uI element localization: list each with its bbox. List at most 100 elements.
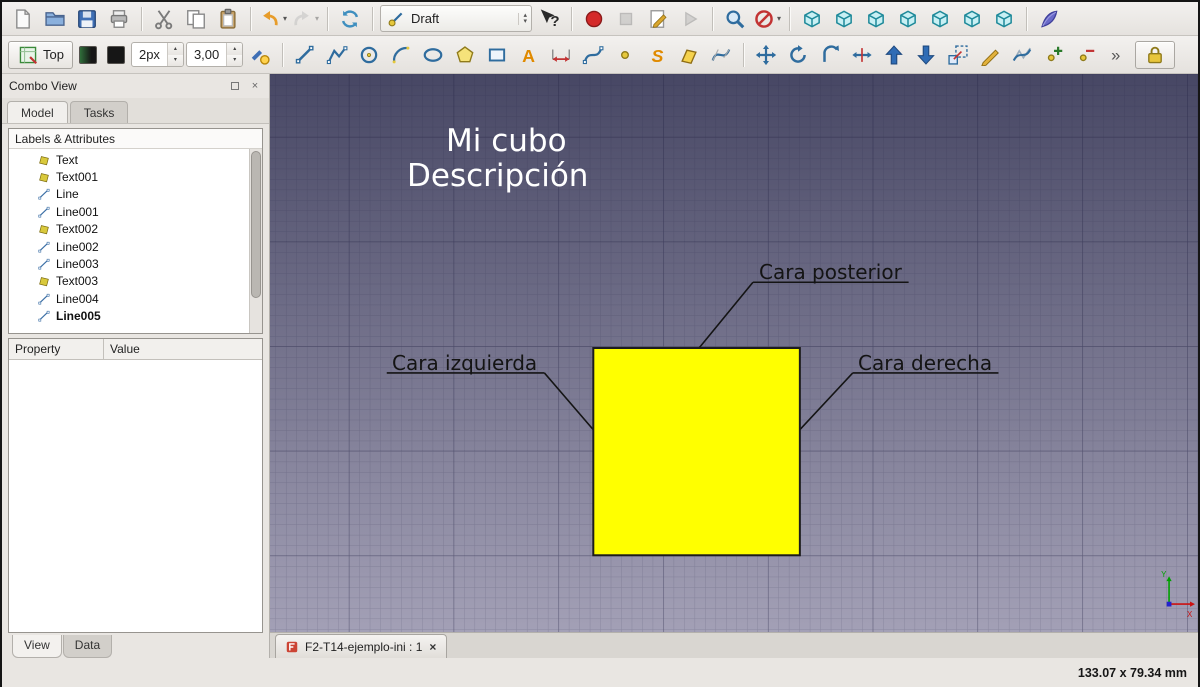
draft-facebinder-button[interactable] xyxy=(674,41,704,69)
macro-record-button[interactable] xyxy=(579,5,609,33)
texture-tool-button[interactable] xyxy=(1034,5,1064,33)
tree-item[interactable]: Line001 xyxy=(37,203,248,220)
3d-viewport[interactable]: Y X Mi cubo Descripción Cara posterior C… xyxy=(270,74,1198,632)
view-top-button[interactable] xyxy=(861,5,891,33)
paste-button[interactable] xyxy=(213,5,243,33)
annotation-title-2[interactable]: Descripción xyxy=(407,158,588,194)
draft-text-button[interactable] xyxy=(514,41,544,69)
combo-view-tab[interactable]: Tasks xyxy=(70,101,129,123)
draft-upgrade-button[interactable] xyxy=(879,41,909,69)
tree-item[interactable]: Text001 xyxy=(37,168,248,185)
property-view-tab[interactable]: View xyxy=(12,635,62,658)
macro-edit-button[interactable] xyxy=(643,5,673,33)
line-width-spinner[interactable]: 2px▴▾ xyxy=(131,42,184,67)
annotation-cara-derecha[interactable]: Cara derecha xyxy=(858,351,992,375)
whats-this-button[interactable] xyxy=(534,5,564,33)
draft-line-button[interactable] xyxy=(290,41,320,69)
view-left-button[interactable] xyxy=(989,5,1019,33)
line-width-increment-button[interactable]: ▴ xyxy=(168,43,183,55)
view-front-button[interactable] xyxy=(829,5,859,33)
draft-point-button[interactable] xyxy=(610,41,640,69)
toolbar-overflow-button[interactable] xyxy=(1103,41,1133,69)
draft-wire-to-bspline-button[interactable] xyxy=(1007,41,1037,69)
draft-ellipse-button[interactable] xyxy=(418,41,448,69)
tree-item[interactable]: Text xyxy=(37,151,248,168)
tree-item[interactable]: Line002 xyxy=(37,238,248,255)
cut-button[interactable] xyxy=(149,5,179,33)
undo-button[interactable]: ▾ xyxy=(258,5,288,33)
tree-item[interactable]: Line003 xyxy=(37,255,248,272)
draft-add-point-button[interactable] xyxy=(1039,41,1069,69)
save-file-button[interactable] xyxy=(72,5,102,33)
redo-button[interactable]: ▾ xyxy=(290,5,320,33)
draft-rotate-button[interactable] xyxy=(783,41,813,69)
combo-view-tabs: ModelTasks xyxy=(2,98,269,124)
draft-del-point-button[interactable] xyxy=(1071,41,1101,69)
view-right-button[interactable] xyxy=(893,5,923,33)
copy-button[interactable] xyxy=(181,5,211,33)
draft-wire-button[interactable] xyxy=(322,41,352,69)
draft-scale-button[interactable] xyxy=(943,41,973,69)
draft-trimex-button[interactable] xyxy=(847,41,877,69)
view-bottom-button[interactable] xyxy=(957,5,987,33)
draft-bspline-button[interactable] xyxy=(578,41,608,69)
annotation-cara-izquierda[interactable]: Cara izquierda xyxy=(392,351,537,375)
draft-offset-button[interactable] xyxy=(815,41,845,69)
combo-view-tab[interactable]: Model xyxy=(7,101,68,123)
line-width-decrement-button[interactable]: ▾ xyxy=(168,55,183,67)
text-scale-decrement-button[interactable]: ▾ xyxy=(227,55,242,67)
draft-downgrade-button[interactable] xyxy=(911,41,941,69)
snap-lock-button[interactable] xyxy=(1135,41,1175,69)
new-file-button[interactable] xyxy=(8,5,38,33)
macro-play-button[interactable] xyxy=(675,5,705,33)
macro-stop-button[interactable] xyxy=(611,5,641,33)
tree-item[interactable]: Line xyxy=(37,186,248,203)
open-file-button[interactable] xyxy=(40,5,70,33)
panel-float-button[interactable] xyxy=(228,79,242,93)
tree-item[interactable]: Text002 xyxy=(37,221,248,238)
face-color-button[interactable] xyxy=(103,41,129,69)
property-column-header: Property xyxy=(9,339,104,359)
tree-scrollbar[interactable] xyxy=(249,149,262,333)
draft-dimension-button[interactable] xyxy=(546,41,576,69)
draft-rectangle-button[interactable] xyxy=(482,41,512,69)
tree-item[interactable]: Text003 xyxy=(37,273,248,290)
annotation-title-1[interactable]: Mi cubo xyxy=(446,123,567,159)
panel-close-button[interactable]: × xyxy=(248,79,262,93)
close-tab-button[interactable]: × xyxy=(428,640,437,654)
text-scale-increment-button[interactable]: ▴ xyxy=(227,43,242,55)
draft-edit-button[interactable] xyxy=(975,41,1005,69)
toolbar-separator xyxy=(789,7,790,31)
fit-all-button[interactable] xyxy=(720,5,750,33)
line-color-button[interactable] xyxy=(75,41,101,69)
freecad-window: ▾▾Draft▴▾▾ Top2px▴▾3,00▴▾ Combo View × M… xyxy=(0,0,1200,687)
tab-label: View xyxy=(24,638,50,652)
combo-arrows-icon: ▴▾ xyxy=(518,13,527,25)
scrollbar-thumb[interactable] xyxy=(251,151,261,298)
document-tab[interactable]: F2-T14-ejemplo-ini : 1 × xyxy=(275,634,447,658)
view-rear-button[interactable] xyxy=(925,5,955,33)
model-tree: Labels & Attributes Text Text001 Line xyxy=(8,128,263,334)
draft-polygon-button[interactable] xyxy=(450,41,480,69)
view-axonometric-button[interactable] xyxy=(797,5,827,33)
status-bar: 133.07 x 79.34 mm xyxy=(2,658,1198,687)
print-button[interactable] xyxy=(104,5,134,33)
working-plane-button[interactable]: Top xyxy=(8,41,73,69)
draft-move-button[interactable] xyxy=(751,41,781,69)
apply-style-button[interactable] xyxy=(245,41,275,69)
polygon-icon xyxy=(454,44,476,66)
annotation-cara-posterior[interactable]: Cara posterior xyxy=(759,260,902,284)
tree-item[interactable]: Line004 xyxy=(37,290,248,307)
draft-arc-button[interactable] xyxy=(386,41,416,69)
cube-face[interactable] xyxy=(593,348,800,555)
workbench-selector[interactable]: Draft▴▾ xyxy=(380,5,532,32)
draw-style-button[interactable]: ▾ xyxy=(752,5,782,33)
draft-bezier-button[interactable] xyxy=(706,41,736,69)
property-table-header: Property Value xyxy=(9,339,262,360)
refresh-button[interactable] xyxy=(335,5,365,33)
tree-item[interactable]: Line005 xyxy=(37,308,248,325)
draft-shapestring-button[interactable] xyxy=(642,41,672,69)
property-view-tab[interactable]: Data xyxy=(63,635,112,658)
text-scale-spinner[interactable]: 3,00▴▾ xyxy=(186,42,243,67)
draft-circle-button[interactable] xyxy=(354,41,384,69)
